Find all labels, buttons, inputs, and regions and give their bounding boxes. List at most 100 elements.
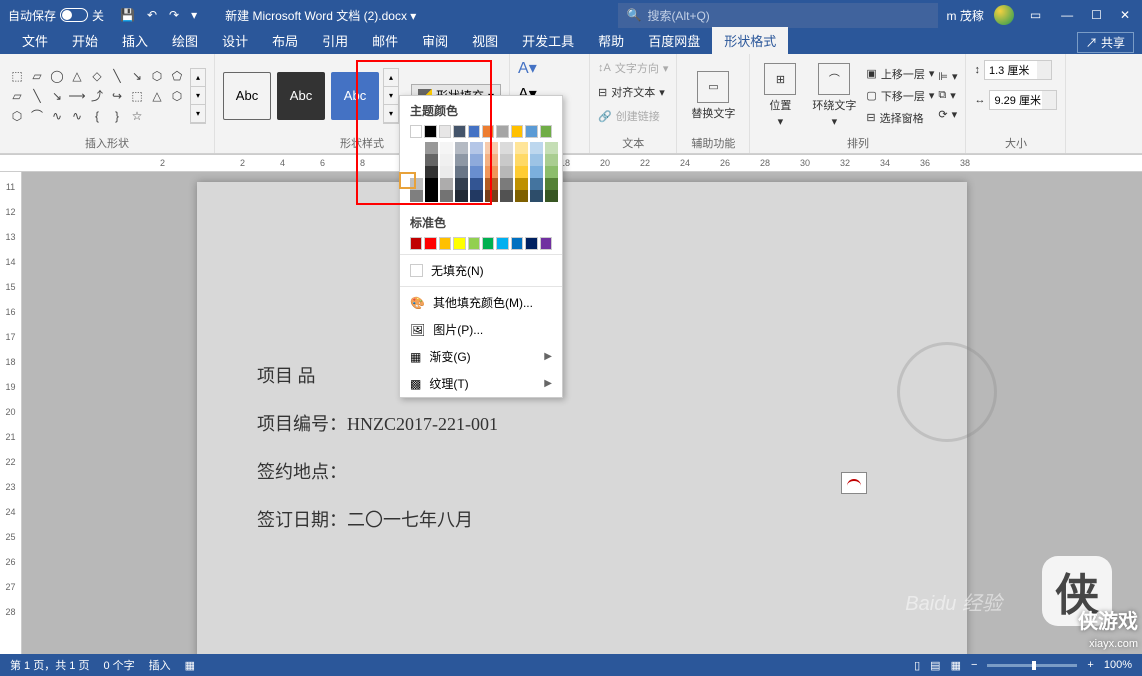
horizontal-ruler[interactable]: 22468101214161820222426283032343638	[0, 154, 1142, 172]
print-layout-icon[interactable]: ▤	[930, 659, 940, 672]
color-swatch[interactable]	[410, 237, 422, 250]
macro-icon[interactable]: ▦	[185, 659, 195, 672]
style-preset-1[interactable]: Abc	[223, 72, 271, 120]
color-swatch[interactable]	[511, 237, 523, 250]
color-swatch[interactable]	[540, 237, 552, 250]
color-swatch[interactable]	[496, 237, 508, 250]
document-title[interactable]: 新建 Microsoft Word 文档 (2).docx ▾	[205, 7, 618, 24]
tab-mailings[interactable]: 邮件	[360, 27, 410, 54]
ribbon-display-icon[interactable]: ▭	[1022, 8, 1049, 22]
color-swatch[interactable]	[530, 166, 543, 178]
color-swatch[interactable]	[425, 190, 438, 202]
color-swatch[interactable]	[530, 142, 543, 154]
zoom-in-icon[interactable]: +	[1087, 659, 1093, 671]
minimize-icon[interactable]: —	[1061, 8, 1073, 22]
color-swatch[interactable]	[530, 190, 543, 202]
alt-text-button[interactable]: ▭ 替换文字	[685, 69, 741, 123]
style-scroll[interactable]: ▴▾▾	[383, 68, 399, 124]
zoom-level[interactable]: 100%	[1104, 659, 1132, 671]
color-swatch[interactable]	[470, 142, 483, 154]
wrap-text-button[interactable]: ⌒环绕文字▾	[806, 61, 862, 130]
color-swatch[interactable]	[515, 142, 528, 154]
group-button[interactable]: ⧉▾	[938, 87, 957, 104]
redo-icon[interactable]: ↷	[169, 8, 179, 22]
color-swatch[interactable]	[455, 154, 468, 166]
no-fill-item[interactable]: 无填充(N)	[400, 257, 562, 284]
color-swatch[interactable]	[425, 178, 438, 190]
color-swatch[interactable]	[439, 125, 451, 138]
width-input[interactable]	[989, 90, 1057, 110]
color-swatch[interactable]	[455, 178, 468, 190]
color-swatch[interactable]	[424, 237, 436, 250]
color-swatch[interactable]	[540, 125, 552, 138]
color-swatch[interactable]	[410, 166, 423, 178]
tab-baidu[interactable]: 百度网盘	[636, 27, 712, 54]
align-text-button[interactable]: ⊟对齐文本▾	[598, 82, 665, 102]
color-swatch[interactable]	[485, 166, 498, 178]
color-swatch[interactable]	[470, 166, 483, 178]
color-swatch[interactable]	[410, 178, 423, 190]
color-swatch[interactable]	[500, 178, 513, 190]
color-swatch[interactable]	[453, 237, 465, 250]
texture-fill-item[interactable]: ▩纹理(T)▶	[400, 370, 562, 397]
color-swatch[interactable]	[440, 178, 453, 190]
toggle-switch[interactable]	[60, 8, 88, 22]
gallery-scroll[interactable]: ▴▾▾	[190, 68, 206, 124]
color-swatch[interactable]	[410, 125, 422, 138]
tab-design[interactable]: 设计	[210, 27, 260, 54]
color-swatch[interactable]	[500, 142, 513, 154]
zoom-out-icon[interactable]: −	[971, 659, 977, 671]
color-swatch[interactable]	[410, 190, 423, 202]
color-swatch[interactable]	[530, 154, 543, 166]
color-swatch[interactable]	[545, 154, 558, 166]
color-swatch[interactable]	[485, 178, 498, 190]
color-swatch[interactable]	[470, 190, 483, 202]
send-backward-button[interactable]: ▢下移一层▾	[866, 86, 934, 106]
color-swatch[interactable]	[496, 125, 508, 138]
selection-pane-button[interactable]: ⊟选择窗格	[866, 108, 934, 128]
color-swatch[interactable]	[424, 125, 436, 138]
tab-file[interactable]: 文件	[10, 27, 60, 54]
undo-icon[interactable]: ↶	[147, 8, 157, 22]
color-swatch[interactable]	[440, 154, 453, 166]
position-button[interactable]: ⊞位置▾	[758, 61, 802, 130]
tab-review[interactable]: 审阅	[410, 27, 460, 54]
web-layout-icon[interactable]: ▦	[951, 659, 961, 672]
avatar[interactable]	[994, 5, 1014, 25]
color-swatch[interactable]	[485, 190, 498, 202]
user-area[interactable]: m 茂稼	[938, 5, 1021, 25]
color-swatch[interactable]	[425, 166, 438, 178]
color-swatch[interactable]	[440, 166, 453, 178]
color-swatch[interactable]	[500, 190, 513, 202]
color-swatch[interactable]	[545, 166, 558, 178]
word-count[interactable]: 0 个字	[103, 657, 134, 673]
search-box[interactable]: 🔍 搜索(Alt+Q)	[618, 3, 938, 28]
align-button[interactable]: ⊫▾	[938, 68, 957, 85]
tab-home[interactable]: 开始	[60, 27, 110, 54]
close-icon[interactable]: ✕	[1120, 8, 1130, 22]
page-info[interactable]: 第 1 页，共 1 页	[10, 657, 89, 673]
more-colors-item[interactable]: 🎨其他填充颜色(M)...	[400, 289, 562, 316]
qat-dropdown-icon[interactable]: ▾	[191, 8, 197, 22]
bring-forward-button[interactable]: ▣上移一层▾	[866, 64, 934, 84]
tab-view[interactable]: 视图	[460, 27, 510, 54]
color-swatch[interactable]	[530, 178, 543, 190]
color-swatch[interactable]	[545, 178, 558, 190]
maximize-icon[interactable]: ☐	[1091, 8, 1102, 22]
shapes-gallery[interactable]: ⬚▱◯△◇╲↘⬡⬠ ▱╲↘⟶⤴↪⬚△⬡ ⬡⌒∿∿{}☆	[8, 67, 186, 125]
color-swatch[interactable]	[511, 125, 523, 138]
color-swatch[interactable]	[485, 154, 498, 166]
color-swatch[interactable]	[545, 190, 558, 202]
insert-mode[interactable]: 插入	[149, 657, 171, 673]
picture-fill-item[interactable]: 🖼图片(P)...	[400, 316, 562, 343]
color-swatch[interactable]	[482, 237, 494, 250]
color-swatch[interactable]	[410, 142, 423, 154]
height-input[interactable]	[984, 60, 1052, 80]
vertical-ruler[interactable]: 111213141516171819202122232425262728	[0, 172, 22, 658]
gradient-fill-item[interactable]: ▦渐变(G)▶	[400, 343, 562, 370]
autosave-toggle[interactable]: 自动保存 关	[0, 7, 112, 24]
color-swatch[interactable]	[515, 190, 528, 202]
color-swatch[interactable]	[470, 154, 483, 166]
color-swatch[interactable]	[500, 166, 513, 178]
color-swatch[interactable]	[410, 154, 423, 166]
